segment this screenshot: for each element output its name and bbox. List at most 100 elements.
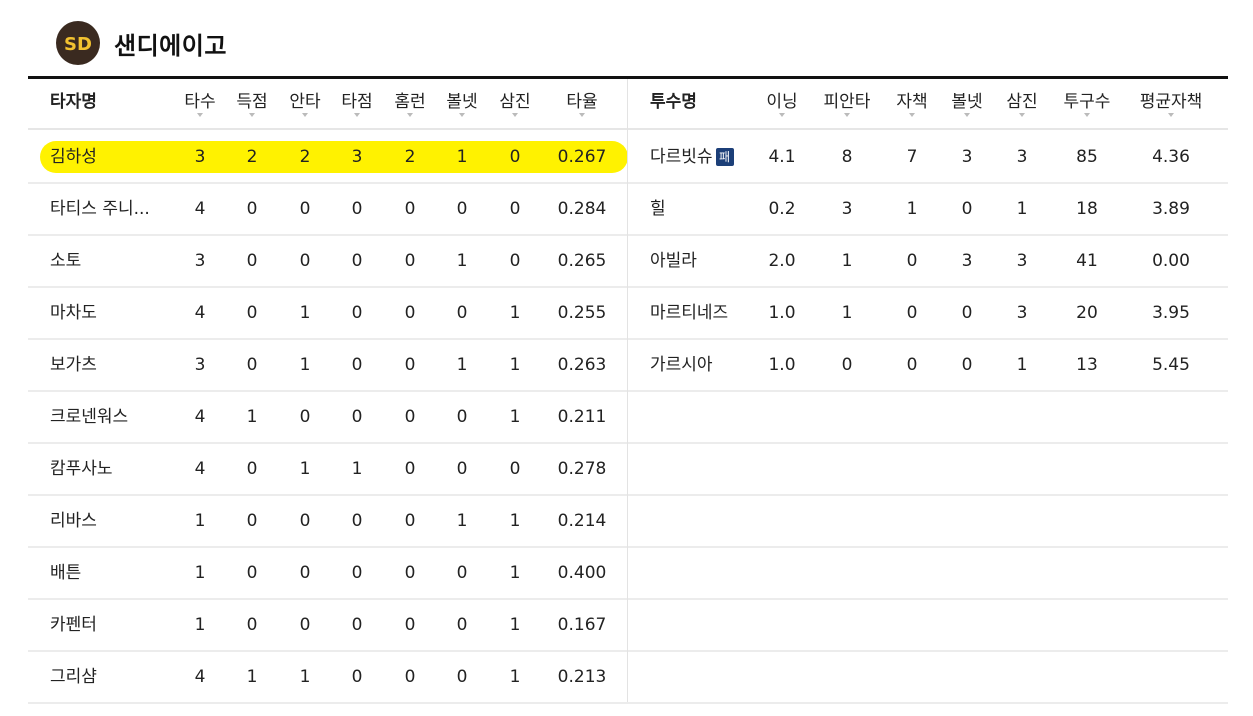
- batting-stat-cell: 1: [285, 287, 325, 339]
- batting-header-label: 홈런: [394, 92, 426, 112]
- pitching-header-7[interactable]: 평균자책: [1133, 79, 1209, 125]
- pitching-header-row: 투수명 이닝 피안타 자책 볼넷 삼진 투구수 평균자책: [628, 79, 1228, 129]
- player-name-text: 아빌라: [650, 251, 697, 271]
- batting-stat-cell: 1: [495, 651, 535, 703]
- batting-stat-cell: 0: [232, 339, 272, 391]
- batting-player-name[interactable]: 타티스 주니...: [50, 183, 170, 235]
- batting-header-2[interactable]: 득점: [232, 79, 272, 125]
- pitching-header-2[interactable]: 피안타: [815, 79, 879, 125]
- batting-row: 배튼 1 0 0 0 0 0 1 0.400: [28, 547, 628, 600]
- batting-header-8[interactable]: 타율: [552, 79, 612, 125]
- pitching-stat-cell: 0: [945, 287, 989, 339]
- table-vertical-divider: [627, 79, 628, 702]
- pitching-player-name[interactable]: 힐: [650, 183, 760, 235]
- stat-value: 1: [509, 511, 521, 531]
- sort-arrow-icon: [512, 113, 518, 117]
- pitching-stat-cell: 13: [1058, 339, 1116, 391]
- pitching-player-name[interactable]: 다르빗슈 패: [650, 131, 760, 183]
- batting-player-name[interactable]: 배튼: [50, 547, 170, 599]
- pitching-player-name[interactable]: 가르시아: [650, 339, 760, 391]
- batting-player-name[interactable]: 크로넨워스: [50, 391, 170, 443]
- pitching-stat-cell: 0: [890, 235, 934, 287]
- stat-value: 0: [351, 199, 363, 219]
- player-name-text: 카펜터: [50, 615, 97, 635]
- pitching-row: [628, 495, 1228, 548]
- batting-header-4[interactable]: 타점: [337, 79, 377, 125]
- batting-header-label: 타점: [341, 92, 373, 112]
- pitching-stat-cell: 0.2: [760, 183, 804, 235]
- player-name-text: 마차도: [50, 303, 97, 323]
- stat-value: 0: [404, 407, 416, 427]
- stat-value: 0.2: [768, 199, 796, 219]
- pitching-header-3[interactable]: 자책: [890, 79, 934, 125]
- pitching-row: 마르티네즈 1.0 1 0 0 3 20 3.95: [628, 287, 1228, 340]
- pitching-stat-cell: 1.0: [760, 287, 804, 339]
- batting-header-7[interactable]: 삼진: [495, 79, 535, 125]
- batting-player-name[interactable]: 캄푸사노: [50, 443, 170, 495]
- stat-value: 1: [194, 563, 206, 583]
- stat-value: 1.0: [768, 355, 796, 375]
- pitching-row: [628, 547, 1228, 600]
- batting-stat-cell: 0: [285, 391, 325, 443]
- sort-arrow-icon: [354, 113, 360, 117]
- pitching-stat-cell: 3: [945, 235, 989, 287]
- batting-header-row: 타자명 타수 득점 안타 타점 홈런 볼넷 삼진 타율: [28, 79, 628, 129]
- pitching-player-name[interactable]: 마르티네즈: [650, 287, 760, 339]
- batting-header-3[interactable]: 안타: [285, 79, 325, 125]
- batting-stat-cell: 1: [180, 599, 220, 651]
- pitching-header-1[interactable]: 이닝: [760, 79, 804, 125]
- batting-stat-cell: 0: [390, 599, 430, 651]
- stat-value: 0: [961, 199, 973, 219]
- stat-value: 1: [906, 199, 918, 219]
- player-name-text: 배튼: [50, 563, 82, 583]
- batting-stat-cell: 0: [390, 183, 430, 235]
- stat-value: 13: [1076, 355, 1098, 375]
- batting-stat-cell: 0: [337, 235, 377, 287]
- batting-player-name[interactable]: 소토: [50, 235, 170, 287]
- batting-player-name[interactable]: 김하성: [50, 131, 170, 183]
- batting-stat-cell: 0.400: [552, 547, 612, 599]
- batting-stat-cell: 0: [232, 235, 272, 287]
- pitching-header-4[interactable]: 볼넷: [945, 79, 989, 125]
- batting-player-name[interactable]: 카펜터: [50, 599, 170, 651]
- batting-stat-cell: 0: [442, 599, 482, 651]
- stat-value: 1: [246, 667, 258, 687]
- pitching-player-name[interactable]: 아빌라: [650, 235, 760, 287]
- batting-player-name[interactable]: 그리샴: [50, 651, 170, 703]
- pitching-stat-cell: 4.1: [760, 131, 804, 183]
- batting-stat-cell: 0: [390, 547, 430, 599]
- pitching-stat-cell: 3: [1000, 287, 1044, 339]
- batting-player-name[interactable]: 리바스: [50, 495, 170, 547]
- stat-value: 1: [456, 511, 468, 531]
- stat-value: 0: [404, 199, 416, 219]
- decision-badge: 패: [715, 148, 734, 166]
- stat-value: 1: [509, 303, 521, 323]
- batting-stat-cell: 0: [337, 287, 377, 339]
- stat-value: 1.0: [768, 303, 796, 323]
- stat-value: 3: [351, 147, 363, 167]
- batting-row: 마차도 4 0 1 0 0 0 1 0.255: [28, 287, 628, 340]
- batting-stat-cell: 1: [232, 391, 272, 443]
- stat-value: 1: [194, 615, 206, 635]
- batting-row: 카펜터 1 0 0 0 0 0 1 0.167: [28, 599, 628, 652]
- batting-row: 타티스 주니... 4 0 0 0 0 0 0 0.284: [28, 183, 628, 236]
- batting-header-5[interactable]: 홈런: [390, 79, 430, 125]
- stat-value: 0: [456, 199, 468, 219]
- batting-stat-cell: 0: [390, 651, 430, 703]
- batting-stat-cell: 0: [495, 235, 535, 287]
- stat-value: 1: [299, 355, 311, 375]
- pitching-header-6[interactable]: 투구수: [1058, 79, 1116, 125]
- batting-header-1[interactable]: 타수: [180, 79, 220, 125]
- batting-stat-cell: 0.213: [552, 651, 612, 703]
- batting-player-name[interactable]: 마차도: [50, 287, 170, 339]
- batting-stat-cell: 0.284: [552, 183, 612, 235]
- pitching-stat-cell: 0: [945, 183, 989, 235]
- pitching-header-5[interactable]: 삼진: [1000, 79, 1044, 125]
- batting-header-label: 안타: [289, 92, 321, 112]
- batting-stat-cell: 0: [337, 183, 377, 235]
- batting-header-6[interactable]: 볼넷: [442, 79, 482, 125]
- pitching-row: [628, 599, 1228, 652]
- batting-player-name[interactable]: 보가츠: [50, 339, 170, 391]
- batting-stat-cell: 0.267: [552, 131, 612, 183]
- batting-stat-cell: 0: [232, 287, 272, 339]
